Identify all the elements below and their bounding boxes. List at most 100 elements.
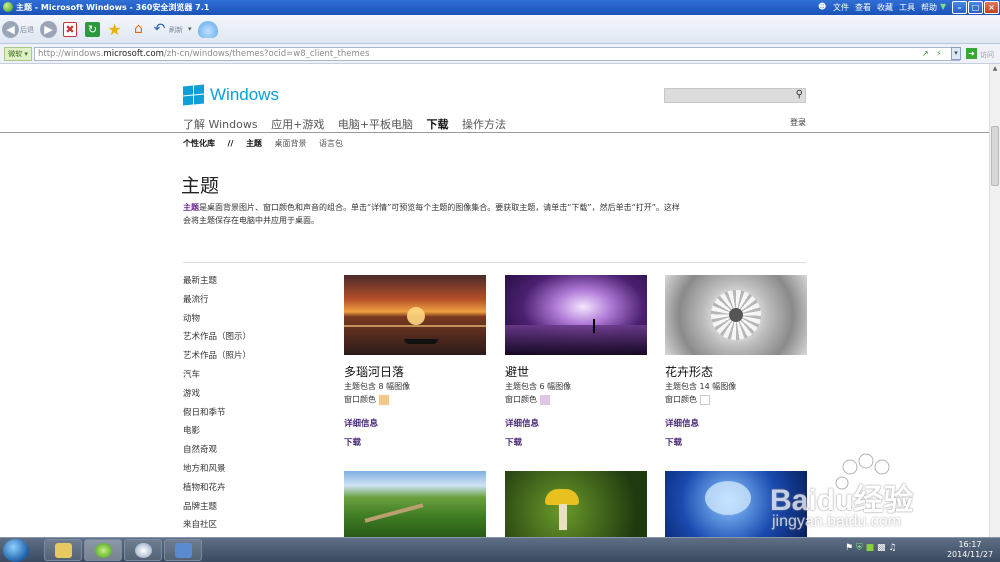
sidebar-item-popular[interactable]: 最流行 <box>183 293 251 312</box>
content-divider <box>183 262 806 263</box>
site-search-input[interactable]: ⚲ <box>664 88 806 103</box>
sidebar-item-games[interactable]: 游戏 <box>183 387 251 406</box>
breadcrumb-themes[interactable]: 主题 <box>246 139 262 148</box>
favorite-star-icon[interactable]: ★ <box>106 21 123 38</box>
menu-file[interactable]: 文件 <box>833 3 849 12</box>
scroll-up-icon[interactable]: ▲ <box>990 64 1000 74</box>
theme-color: 窗口颜色 <box>665 394 807 405</box>
logo-text[interactable]: Windows <box>210 85 279 105</box>
theme-image-count: 主题包含 14 幅图像 <box>665 382 737 391</box>
breadcrumb: 个性化库 // 主题 桌面背景 语言包 <box>183 138 353 149</box>
search-engine-label: 微软 <box>8 50 23 58</box>
sidebar-item-plants[interactable]: 植物和花卉 <box>183 481 251 500</box>
page-description: 主题是桌面背景图片、窗口颜色和声音的组合。单击“详情”可预览每个主题的图像集合。… <box>183 201 683 227</box>
go-icon[interactable]: ➜ <box>966 48 977 59</box>
app-window-icon <box>175 543 192 558</box>
theme-card: 多瑙河日落 主题包含 8 幅图像 窗口颜色 详细信息 下载 <box>344 275 486 448</box>
breadcrumb-language-packs[interactable]: 语言包 <box>319 139 343 148</box>
page-scrollbar[interactable]: ▲ <box>989 64 1000 537</box>
close-button[interactable]: × <box>984 1 999 14</box>
breadcrumb-wallpapers[interactable]: 桌面背景 <box>274 139 306 148</box>
sidebar-item-natural-wonders[interactable]: 自然奇观 <box>183 443 251 462</box>
menu-help[interactable]: 帮助 <box>921 3 937 12</box>
refresh-label[interactable]: 刷新 <box>169 25 183 35</box>
undo-icon[interactable]: ↶ <box>151 21 168 38</box>
menu-bar: 文件 查看 收藏 工具 帮助 <box>833 2 943 13</box>
sidebar-item-community[interactable]: 来自社区 <box>183 518 251 537</box>
menu-favorites[interactable]: 收藏 <box>877 3 893 12</box>
download-link[interactable]: 下载 <box>505 436 647 448</box>
sidebar-item-art-photo[interactable]: 艺术作品（照片） <box>183 349 251 368</box>
tray-gpu-icon[interactable]: ■ <box>866 543 875 553</box>
nav-how-to[interactable]: 操作方法 <box>462 118 506 131</box>
tray-network-icon[interactable]: ▩ <box>877 543 886 553</box>
browser-icon <box>3 2 13 12</box>
color-swatch <box>540 394 550 405</box>
shirt-icon[interactable]: ▼ <box>940 2 946 11</box>
windows-logo-icon[interactable] <box>183 84 205 106</box>
details-link[interactable]: 详细信息 <box>344 417 486 429</box>
scroll-thumb[interactable] <box>991 126 999 186</box>
go-label[interactable]: 访问 <box>980 50 994 60</box>
nav-learn-windows[interactable]: 了解 Windows <box>183 118 258 131</box>
forward-icon[interactable]: ▶ <box>40 21 57 38</box>
sidebar-item-art-illustration[interactable]: 艺术作品（图示） <box>183 330 251 349</box>
cloud-icon[interactable] <box>198 21 218 38</box>
details-link[interactable]: 详细信息 <box>665 417 807 429</box>
search-icon[interactable]: ⚲ <box>796 89 803 100</box>
login-link[interactable]: 登录 <box>790 117 806 128</box>
url-prefix: http://windows. <box>38 49 104 59</box>
details-link[interactable]: 详细信息 <box>505 417 647 429</box>
tray-flag-icon[interactable]: ⚑ <box>845 543 853 553</box>
main-nav: 了解 Windows 应用+游戏 电脑+平板电脑 下载 操作方法 <box>183 116 516 132</box>
tray-volume-icon[interactable]: ♫ <box>888 543 896 553</box>
category-sidebar: 最新主题 最流行 动物 艺术作品（图示） 艺术作品（照片） 汽车 游戏 假日和季… <box>183 274 251 537</box>
theme-color-label: 窗口颜色 <box>505 395 537 404</box>
home-icon[interactable]: ⌂ <box>130 21 147 38</box>
desc-highlight[interactable]: 主题 <box>183 203 199 212</box>
color-swatch <box>379 394 389 405</box>
sidebar-item-cars[interactable]: 汽车 <box>183 368 251 387</box>
url-dropdown-icon[interactable]: ▾ <box>951 47 961 60</box>
stop-icon[interactable]: ✖ <box>63 22 77 37</box>
maximize-button[interactable]: □ <box>968 1 983 14</box>
minimize-button[interactable]: – <box>952 1 967 14</box>
sidebar-item-brands[interactable]: 品牌主题 <box>183 500 251 519</box>
search-engine-dropdown[interactable]: 微软 ▾ <box>4 47 32 61</box>
download-link[interactable]: 下载 <box>344 436 486 448</box>
user-icon[interactable]: ☻ <box>818 2 826 11</box>
refresh-icon[interactable]: ↻ <box>85 22 100 37</box>
clock[interactable]: 16:17 2014/11/27 <box>940 540 1000 560</box>
system-tray: ⚑ ⛨ ■ ▩ ♫ <box>845 543 896 553</box>
sidebar-item-animals[interactable]: 动物 <box>183 312 251 331</box>
back-label[interactable]: 后退 <box>20 25 34 35</box>
theme-thumbnail[interactable] <box>665 275 807 355</box>
sidebar-item-latest[interactable]: 最新主题 <box>183 274 251 293</box>
taskbar-explorer[interactable] <box>44 539 82 561</box>
theme-thumbnail[interactable] <box>344 275 486 355</box>
menu-tools[interactable]: 工具 <box>899 3 915 12</box>
url-input[interactable]: http://windows.microsoft.com/zh-cn/windo… <box>34 47 960 61</box>
theme-thumbnail[interactable] <box>505 275 647 355</box>
sidebar-item-movies[interactable]: 电影 <box>183 424 251 443</box>
theme-thumbnail[interactable] <box>505 471 647 537</box>
taskbar: ⚑ ⛨ ■ ▩ ♫ 16:17 2014/11/27 <box>0 537 1000 562</box>
download-link[interactable]: 下载 <box>665 436 807 448</box>
speed-mode-icon[interactable]: ⚡ <box>936 49 942 58</box>
taskbar-app[interactable] <box>164 539 202 561</box>
taskbar-media[interactable] <box>124 539 162 561</box>
breadcrumb-personalization[interactable]: 个性化库 <box>183 139 215 148</box>
menu-view[interactable]: 查看 <box>855 3 871 12</box>
tray-shield-icon[interactable]: ⛨ <box>856 543 863 553</box>
taskbar-browser[interactable] <box>84 539 122 561</box>
back-icon[interactable]: ◀ <box>2 21 19 38</box>
theme-thumbnail[interactable] <box>344 471 486 537</box>
nav-pcs-tablets[interactable]: 电脑+平板电脑 <box>338 118 413 131</box>
share-icon[interactable]: ↗ <box>922 49 929 58</box>
undo-dropdown-icon[interactable]: ▾ <box>188 25 192 33</box>
sidebar-item-places[interactable]: 地方和风景 <box>183 462 251 481</box>
sidebar-item-holidays[interactable]: 假日和季节 <box>183 406 251 425</box>
start-button[interactable] <box>3 539 29 562</box>
nav-apps-games[interactable]: 应用+游戏 <box>271 118 324 131</box>
nav-downloads[interactable]: 下载 <box>427 118 449 131</box>
